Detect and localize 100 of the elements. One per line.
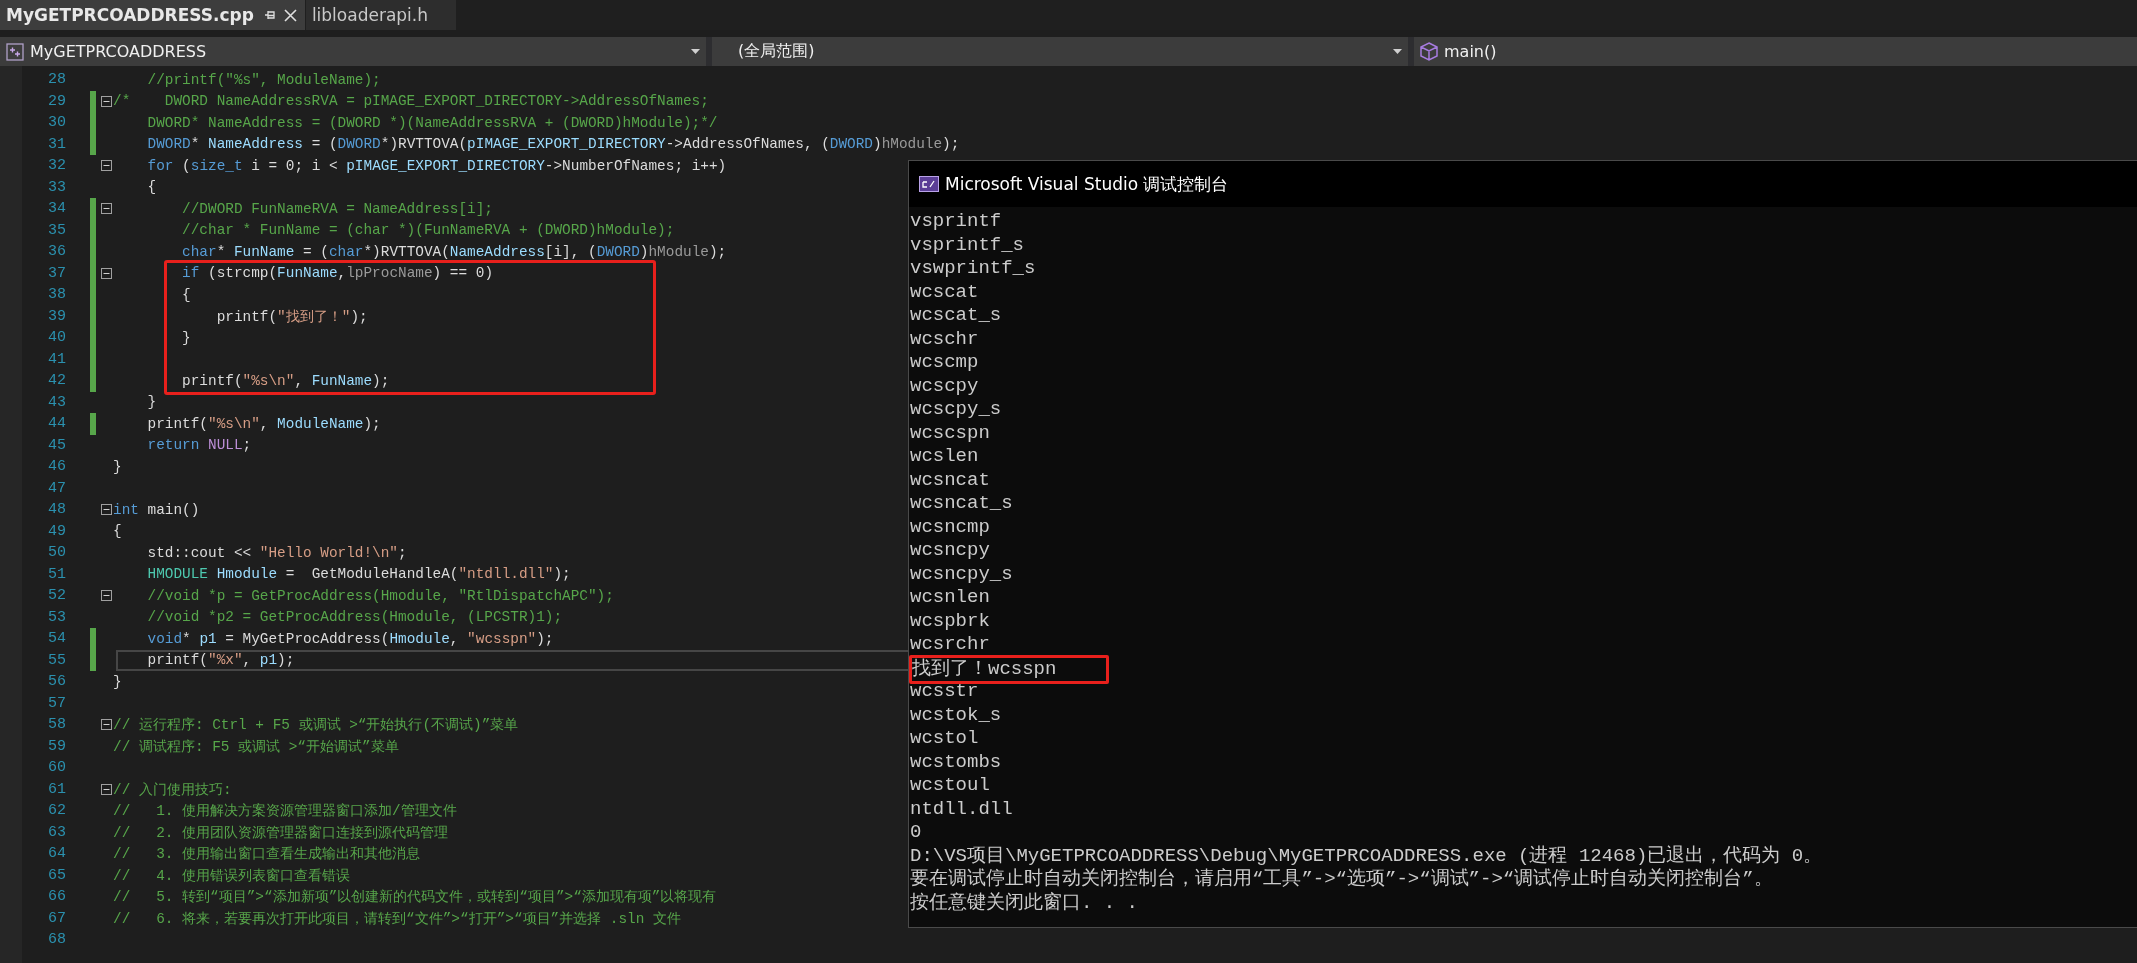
line-number: 45 [47,436,66,454]
line-number: 40 [47,329,66,347]
line-number: 55 [47,651,66,669]
console-line: wcscat [910,280,979,304]
code-line: HMODULE Hmodule = GetModuleHandleA("ntdll.dll"); [147,566,571,583]
line-number: 62 [47,802,66,820]
console-title: Microsoft Visual Studio 调试控制台 [945,172,1229,196]
code-line: void* p1 = MyGetProcAddress(Hmodule, "wcsspn"); [147,630,554,647]
line-number: 31 [47,135,66,153]
console-line: 要在调试停止时自动关闭控制台，请启用“工具”->“选项”->“调试”->“调试停止时自动关闭控制台”。 [910,868,1773,892]
line-number: 32 [47,157,66,175]
line-number: 47 [47,479,66,497]
caret-icon [691,49,700,54]
code-line: } [147,394,157,411]
pin-icon[interactable] [263,9,276,21]
code-line: DWORD* NameAddress = (DWORD*)RVTTOVA(pIMAGE_EXPORT_DIRECTORY->AddressOfNames, (DWORD)hModule); [147,136,960,153]
code-line: char* FunName = (char*)RVTTOVA(NameAddress[i], (DWORD)hModule); [182,243,727,260]
console-line: wcsncmp [910,515,990,539]
file-tab[interactable]: MyGETPRCOADDRESS.cpp [0,0,305,30]
line-number: 34 [47,200,66,218]
console-line: wcstoul [910,774,990,798]
project-dropdown[interactable]: MyGETPRCOADDRESS [0,37,706,66]
line-number: 60 [47,759,66,777]
line-number: 68 [47,931,66,949]
collapse-icon[interactable] [101,267,112,279]
console-line: 按任意键关闭此窗口. . . [910,891,1138,915]
console-line: wcsncat_s [910,492,1013,516]
console-app-icon [919,176,939,192]
code-line: printf("%s\n", ModuleName); [147,415,381,432]
line-number: 38 [47,286,66,304]
console-line: wcslen [910,445,979,469]
line-number: 63 [47,823,66,841]
console-line: D:\VS项目\MyGETPRCOADDRESS\Debug\MyGETPRCOADDRESS.exe (进程 12468)已退出，代码为 0。 [910,844,1823,868]
console-line: wcsncpy [910,539,990,563]
console-line: vsprintf [910,210,1002,234]
code-line: // 4. 使用错误列表窗口查看错误 [113,866,351,885]
file-tab[interactable]: libloaderapi.h [305,0,456,30]
collapse-icon[interactable] [101,504,112,516]
code-line: // 2. 使用团队资源管理器窗口连接到源代码管理 [113,823,449,842]
code-line: // 入门使用技巧: [113,780,232,799]
line-number: 30 [47,114,66,132]
line-number: 39 [47,307,66,325]
console-line: wcsstr [910,680,979,704]
code-line: DWORD* NameAddress = (DWORD *)(NameAddressRVA + (DWORD)hModule);*/ [147,114,718,131]
close-icon[interactable] [283,8,297,22]
line-number: 43 [47,393,66,411]
console-line: wcscpy_s [910,398,1002,422]
console-line: wcspbrk [910,609,990,633]
code-line: { [147,179,157,196]
collapse-icon[interactable] [101,783,112,795]
code-line: printf("%x", p1); [147,652,295,669]
code-line: } [113,673,122,690]
cube-icon [1420,42,1438,61]
line-number: 46 [47,458,66,476]
line-number: 36 [47,243,66,261]
console-line: wcsncpy_s [910,562,1013,586]
line-number: 57 [47,694,66,712]
line-number: 48 [47,501,66,519]
console-line: wcstombs [910,750,1002,774]
console-line: wcstol [910,727,979,751]
code-line: // 运行程序: Ctrl + F5 或调试 >“开始执行(不调试)”菜单 [113,716,519,735]
console-line: wcsncat [910,468,990,492]
line-number: 66 [47,888,66,906]
member-dropdown[interactable]: main() [1414,37,2137,66]
collapse-icon[interactable] [101,160,112,172]
console-line: wcstok_s [910,703,1002,727]
code-line: // 6. 将来，若要再次打开此项目，请转到“文件”>“打开”>“项目”并选择 .sln 文件 [113,909,681,928]
line-number: 49 [47,522,66,540]
code-line: int main() [113,501,200,518]
collapse-icon[interactable] [101,590,112,602]
line-number: 67 [47,909,66,927]
console-line: wcschr [910,327,979,351]
line-number: 37 [47,264,66,282]
collapse-icon[interactable] [101,719,112,731]
console-line: wcscmp [910,351,979,375]
code-line: //printf("%s", ModuleName); [147,71,381,88]
console-line: wcscpy [910,374,979,398]
line-number: 52 [47,587,66,605]
line-number: 56 [47,673,66,691]
line-number: 42 [47,372,66,390]
line-number: 59 [47,737,66,755]
console-line: vsprintf_s [910,233,1025,257]
collapse-icon[interactable] [101,203,112,215]
code-line: { [182,286,191,303]
code-line: // 5. 转到“项目”>“添加新项”以创建新的代码文件，或转到“项目”>“添加现有项”以将现有 [113,888,717,907]
line-number: 54 [47,630,66,648]
console-line: wcsnlen [910,586,990,610]
project-icon [6,42,24,61]
line-number: 35 [47,221,66,239]
line-number: 44 [47,415,66,433]
code-line: } [113,458,122,475]
scope-dropdown[interactable]: (全局范围) [712,37,1408,66]
console-line: wcscspn [910,421,990,445]
console-line: 0 [910,821,922,845]
code-line: printf("找到了！"); [216,307,368,326]
code-line: printf("%s\n", FunName); [182,372,390,389]
caret-icon [1393,49,1402,54]
collapse-icon[interactable] [101,95,112,107]
code-line: } [182,329,191,346]
code-line: //DWORD FunNameRVA = NameAddress[i]; [182,200,493,217]
